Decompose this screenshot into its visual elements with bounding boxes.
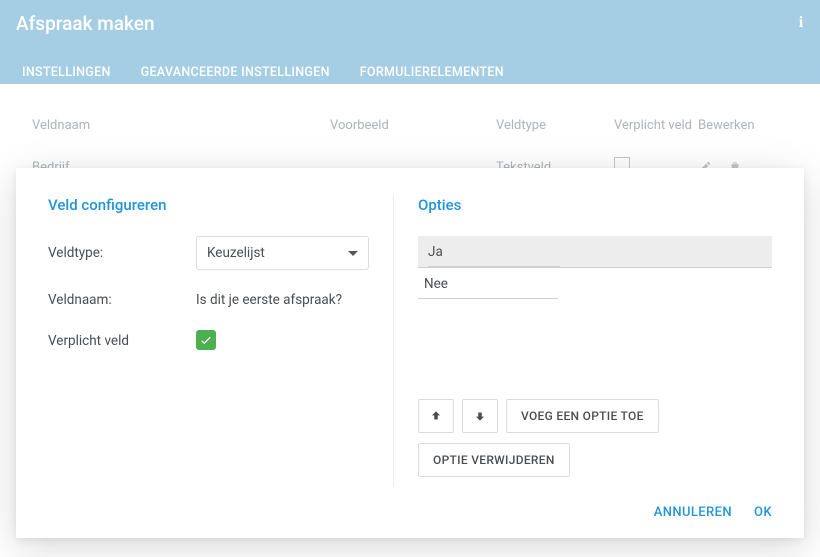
- select-veldtype[interactable]: Keuzelijst: [196, 236, 369, 270]
- tabs: INSTELLINGEN GEAVANCEERDE INSTELLINGEN F…: [16, 55, 804, 97]
- tab-formulierelementen[interactable]: FORMULIERELEMENTEN: [354, 55, 510, 97]
- label-veldtype: Veldtype:: [48, 245, 196, 261]
- table-header-row: Veldnaam Voorbeeld Veldtype Verplicht ve…: [16, 110, 804, 151]
- checkbox-checked-icon: [196, 330, 216, 350]
- checkbox-verplicht[interactable]: [196, 330, 216, 351]
- row-veldtype: Veldtype: Keuzelijst: [48, 236, 369, 270]
- label-veldnaam: Veldnaam:: [48, 292, 196, 308]
- th-veldtype: Veldtype: [496, 118, 614, 133]
- page-header: Afspraak maken i INSTELLINGEN GEAVANCEER…: [0, 0, 820, 84]
- tab-instellingen[interactable]: INSTELLINGEN: [16, 55, 117, 97]
- page-title: Afspraak maken: [16, 12, 804, 35]
- value-veldnaam[interactable]: Is dit je eerste afspraak?: [196, 292, 369, 308]
- select-veldtype-value: Keuzelijst: [207, 245, 265, 261]
- move-down-button[interactable]: [462, 399, 498, 433]
- option-item-1[interactable]: Nee: [418, 268, 558, 299]
- arrow-down-icon: [473, 409, 487, 423]
- row-verplicht: Verplicht veld: [48, 330, 369, 351]
- th-voorbeeld: Voorbeeld: [330, 118, 496, 133]
- option-buttons-row-2: OPTIE VERWIJDEREN: [418, 443, 772, 477]
- option-item-1-label: Nee: [424, 276, 448, 292]
- cancel-button[interactable]: ANNULEREN: [654, 505, 732, 520]
- tab-geavanceerd[interactable]: GEAVANCEERDE INSTELLINGEN: [135, 55, 336, 97]
- options-list: Ja Nee: [418, 236, 772, 299]
- chevron-down-icon: [348, 251, 358, 256]
- right-panel-title: Opties: [418, 196, 772, 214]
- configure-field-modal: Veld configureren Veldtype: Keuzelijst V…: [16, 168, 804, 538]
- row-veldnaam: Veldnaam: Is dit je eerste afspraak?: [48, 292, 369, 308]
- label-verplicht: Verplicht veld: [48, 333, 196, 349]
- option-buttons-row-1: VOEG EEN OPTIE TOE: [418, 399, 772, 433]
- th-verplicht: Verplicht veld: [614, 118, 698, 133]
- th-bewerken: Bewerken: [698, 118, 788, 133]
- option-item-0[interactable]: Ja: [418, 236, 772, 268]
- delete-option-button[interactable]: OPTIE VERWIJDEREN: [418, 443, 570, 477]
- ok-button[interactable]: OK: [754, 505, 772, 520]
- modal-left-panel: Veld configureren Veldtype: Keuzelijst V…: [48, 196, 394, 487]
- info-icon[interactable]: i: [798, 14, 804, 32]
- left-panel-title: Veld configureren: [48, 196, 369, 214]
- modal-right-panel: Opties Ja Nee VOEG EEN OPTIE TOE: [394, 196, 772, 487]
- move-up-button[interactable]: [418, 399, 454, 433]
- add-option-button[interactable]: VOEG EEN OPTIE TOE: [506, 399, 659, 433]
- modal-body: Veld configureren Veldtype: Keuzelijst V…: [48, 196, 772, 487]
- option-item-0-label: Ja: [428, 244, 560, 267]
- arrow-up-icon: [429, 409, 443, 423]
- modal-footer: ANNULEREN OK: [48, 487, 772, 520]
- th-veldnaam: Veldnaam: [32, 118, 330, 133]
